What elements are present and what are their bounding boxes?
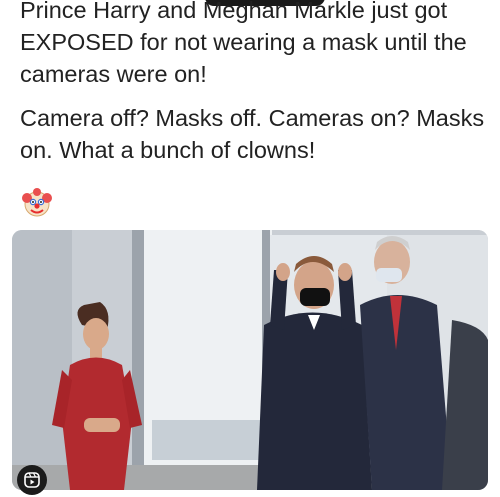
post-caption: Prince Harry and Meghan Markle just got … xyxy=(20,0,490,178)
caption-paragraph-1: Prince Harry and Meghan Markle just got … xyxy=(20,0,467,87)
reels-glyph-icon xyxy=(24,472,40,488)
clown-face-emoji xyxy=(22,188,52,218)
video-still xyxy=(12,230,488,490)
video-frame[interactable] xyxy=(12,230,488,490)
caption-paragraph-2: Camera off? Masks off. Cameras on? Masks… xyxy=(20,105,485,163)
clown-face-icon xyxy=(22,188,52,217)
reels-icon[interactable] xyxy=(17,465,47,495)
